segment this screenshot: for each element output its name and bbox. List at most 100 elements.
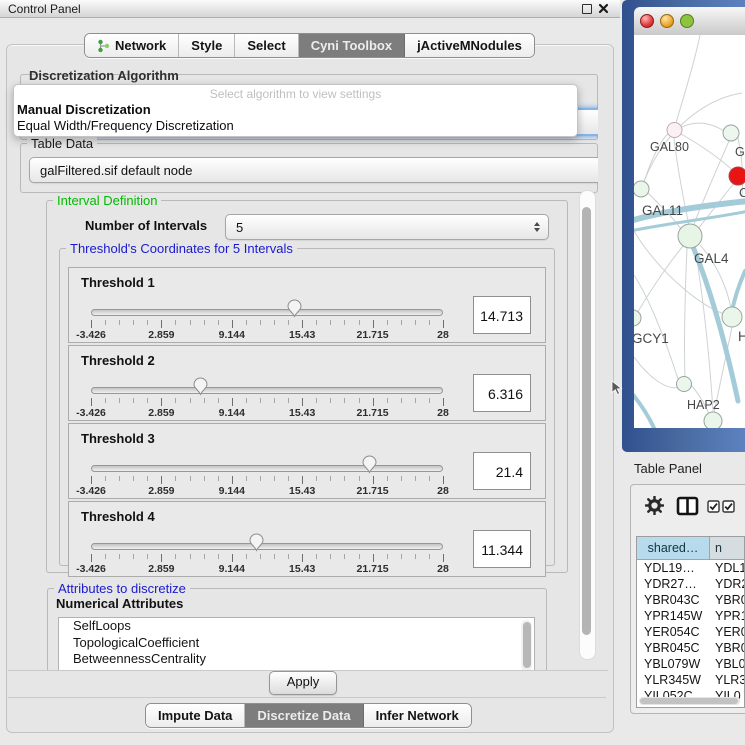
numerical-attributes-list[interactable]: SelfLoopsTopologicalCoefficientBetweenne… <box>58 617 535 670</box>
split-table-icon[interactable] <box>676 496 700 516</box>
table-horizontal-scrollbar[interactable] <box>639 697 740 705</box>
float-window-icon[interactable] <box>582 4 592 14</box>
threshold-label: Threshold 3 <box>81 431 155 446</box>
slider-tick-marks <box>91 320 443 329</box>
node-h[interactable] <box>722 307 742 327</box>
node-label: GAL11 <box>642 203 683 218</box>
column-header-name[interactable]: n <box>710 537 744 559</box>
node-label: GAL80 <box>650 140 689 154</box>
threshold-slider-thumb[interactable] <box>249 533 264 552</box>
network-tab-icon <box>97 39 110 53</box>
zoom-traffic-light[interactable] <box>680 14 694 28</box>
table-row[interactable]: YDL19…YDL1 <box>637 560 744 576</box>
cell-shared-name[interactable]: YBR043C <box>637 592 709 608</box>
threshold-slider-track[interactable] <box>91 309 443 316</box>
node-gal4[interactable] <box>678 224 702 248</box>
control-panel-titlebar: Control Panel <box>0 0 620 18</box>
table-row[interactable]: YBR043CYBR0 <box>637 592 744 608</box>
apply-button[interactable]: Apply <box>269 671 337 695</box>
form-vertical-scrollbar[interactable] <box>579 190 596 660</box>
cell-name[interactable]: YPR1 <box>709 608 744 624</box>
cell-shared-name[interactable]: YBR045C <box>637 640 709 656</box>
threshold-slider-thumb[interactable] <box>362 455 377 474</box>
node-hap2[interactable] <box>677 377 692 392</box>
threshold-value-field[interactable]: 21.4 <box>473 452 531 490</box>
cell-name[interactable]: YBL0 <box>709 656 744 672</box>
table-data-combobox[interactable]: galFiltered.sif default node <box>29 157 598 183</box>
threshold-slider-track[interactable] <box>91 543 443 550</box>
table-header-row: shared… n <box>637 537 744 560</box>
cell-shared-name[interactable]: YPR145W <box>637 608 709 624</box>
gear-icon[interactable] <box>645 496 664 515</box>
node-gal80[interactable] <box>667 123 682 138</box>
minimize-traffic-light[interactable] <box>660 14 674 28</box>
cell-name[interactable]: YER0 <box>709 624 744 640</box>
tab-select[interactable]: Select <box>235 34 298 57</box>
table-row[interactable]: YLR345WYLR3 <box>637 672 744 688</box>
threshold-value-field[interactable]: 6.316 <box>473 374 531 412</box>
tab-infer-network[interactable]: Infer Network <box>364 704 471 727</box>
attribute-list-item[interactable]: TopologicalCoefficient <box>59 635 534 652</box>
node-label: GCY1 <box>634 331 669 346</box>
cell-name[interactable]: YDL1 <box>709 560 744 576</box>
attributes-scrollbar[interactable] <box>521 620 532 670</box>
dropdown-option-equal-width[interactable]: Equal Width/Frequency Discretization <box>14 118 577 134</box>
threshold-slider-track[interactable] <box>91 465 443 472</box>
cell-name[interactable]: YDR2 <box>709 576 744 592</box>
node-gcy1[interactable] <box>634 310 641 326</box>
column-checkboxes-icon[interactable] <box>707 500 736 513</box>
node-ga[interactable] <box>723 125 739 141</box>
node-gal11[interactable] <box>634 181 649 197</box>
tab-label: Select <box>247 38 285 53</box>
tab-label: jActiveMNodules <box>417 38 522 53</box>
cell-shared-name[interactable]: YLR345W <box>637 672 709 688</box>
tab-style[interactable]: Style <box>179 34 235 57</box>
tab-impute-data[interactable]: Impute Data <box>146 704 245 727</box>
tab-network[interactable]: Network <box>85 34 179 57</box>
cyni-bottom-tabbar: Impute DataDiscretize DataInfer Network <box>145 703 472 728</box>
node-attribute-table[interactable]: shared… n YDL19…YDL1YDR27…YDR2YBR043CYBR… <box>636 536 745 708</box>
tab-label: Cyni Toolbox <box>311 38 392 53</box>
cell-shared-name[interactable]: YER054C <box>637 624 709 640</box>
thresholds-group: Threshold's Coordinates for 5 Intervals … <box>59 248 555 566</box>
slider-tick-marks <box>91 476 443 485</box>
dropdown-option-manual[interactable]: Manual Discretization <box>14 102 577 118</box>
threshold-slider-thumb[interactable] <box>193 377 208 396</box>
table-row[interactable]: YER054CYER0 <box>637 624 744 640</box>
close-traffic-light[interactable] <box>640 14 654 28</box>
cell-name[interactable]: YBR0 <box>709 640 744 656</box>
attribute-list-item[interactable]: SelfLoops <box>59 618 534 635</box>
threshold-slider-thumb[interactable] <box>287 299 302 318</box>
cell-shared-name[interactable]: YBL079W <box>637 656 709 672</box>
tab-cyni-toolbox[interactable]: Cyni Toolbox <box>299 34 405 57</box>
attribute-list-item[interactable]: BetweennessCentrality <box>59 651 534 668</box>
network-canvas[interactable]: GAL80 GA C GAL11 GAL4 GCY1 H HAP2 <box>634 35 745 428</box>
num-intervals-combobox[interactable]: 5 <box>225 214 549 240</box>
table-row[interactable]: YBL079WYBL0 <box>637 656 744 672</box>
node-selected-red[interactable] <box>729 167 745 185</box>
cell-name[interactable]: YBR0 <box>709 592 744 608</box>
slider-tick-labels: -3.4262.8599.14415.4321.71528 <box>91 485 443 497</box>
slider-tick-marks <box>91 398 443 407</box>
threshold-value-field[interactable]: 14.713 <box>473 296 531 334</box>
tab-jactivemnodules[interactable]: jActiveMNodules <box>405 34 534 57</box>
table-row[interactable]: YPR145WYPR1 <box>637 608 744 624</box>
table-row[interactable]: YBR045CYBR0 <box>637 640 744 656</box>
table-row[interactable]: YDR27…YDR2 <box>637 576 744 592</box>
cell-shared-name[interactable]: YDR27… <box>637 576 709 592</box>
node-label: HAP2 <box>687 398 720 412</box>
cell-name[interactable]: YLR3 <box>709 672 744 688</box>
close-icon[interactable] <box>598 3 609 14</box>
table-rows: YDL19…YDL1YDR27…YDR2YBR043CYBR0YPR145WYP… <box>637 560 744 704</box>
node-label: H <box>738 329 745 344</box>
threshold-label: Threshold 2 <box>81 353 155 368</box>
interval-definition-group: Interval Definition Number of Intervals … <box>46 200 568 573</box>
node-partial-bottom[interactable] <box>704 412 722 428</box>
table-panel-title: Table Panel <box>634 461 702 476</box>
cell-shared-name[interactable]: YDL19… <box>637 560 709 576</box>
threshold-slider-track[interactable] <box>91 387 443 394</box>
control-panel-tabbar: NetworkStyle Select Cyni Toolbox jActiveMNo… <box>84 33 535 58</box>
threshold-value-field[interactable]: 11.344 <box>473 530 531 568</box>
column-header-shared-name[interactable]: shared… <box>637 537 710 559</box>
tab-discretize-data[interactable]: Discretize Data <box>245 704 363 727</box>
